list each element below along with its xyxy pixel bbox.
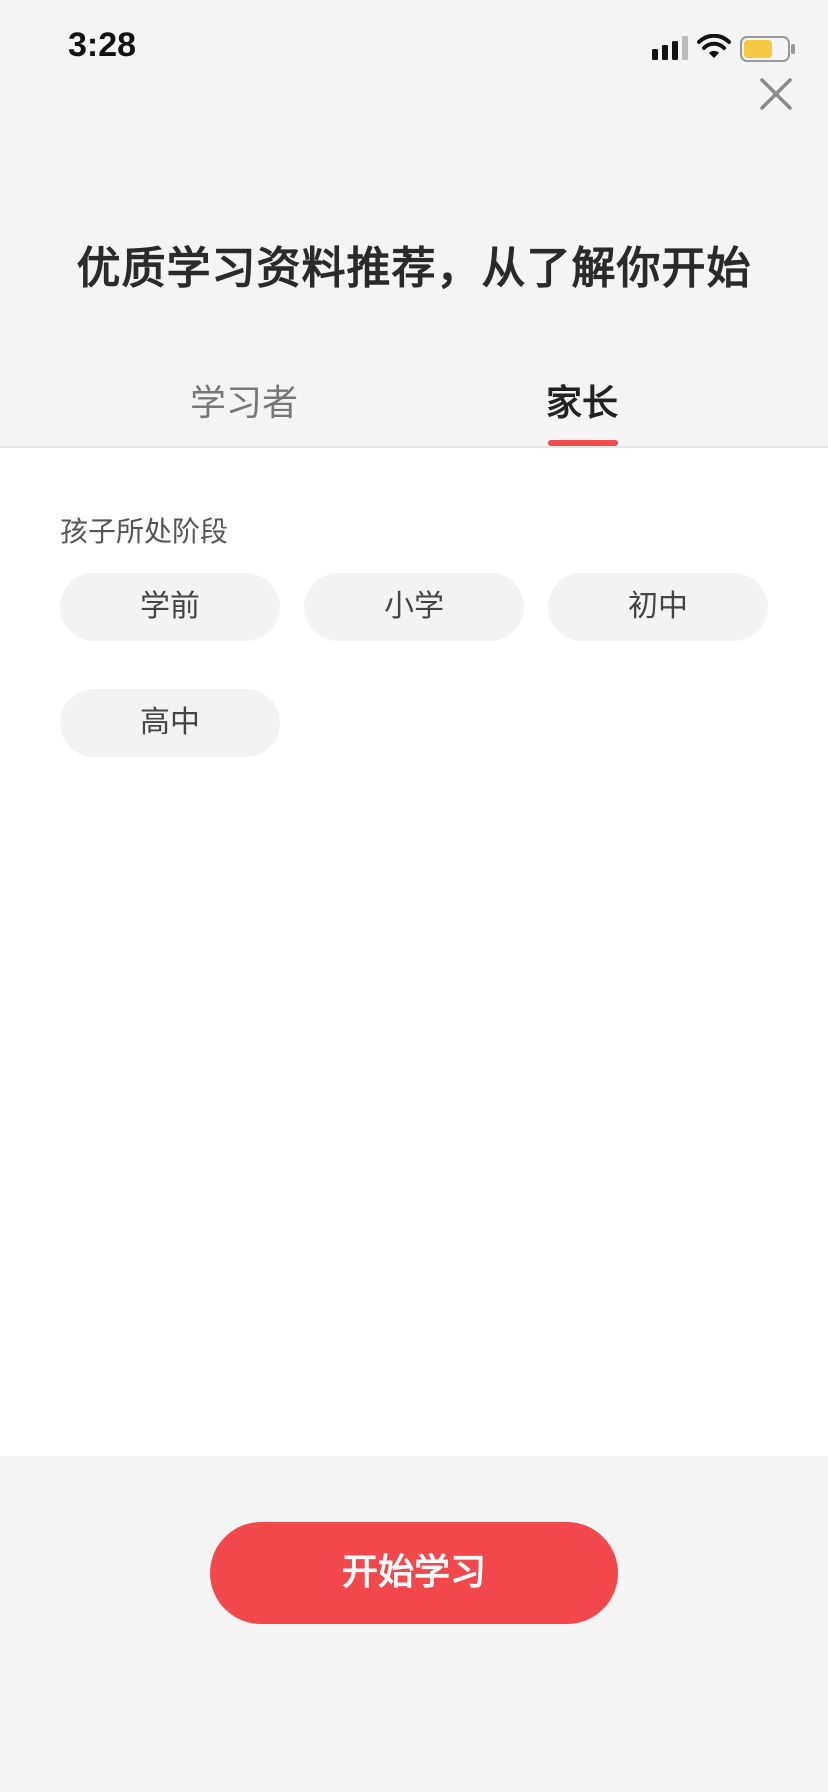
stage-option-junior-high[interactable]: 初中: [548, 573, 768, 641]
battery-icon: [740, 36, 795, 62]
stage-option-senior-high[interactable]: 高中: [60, 689, 280, 757]
wifi-icon: [697, 34, 731, 58]
status-time: 3:28: [68, 26, 137, 64]
stage-option-preschool[interactable]: 学前: [60, 573, 280, 641]
status-bar: 3:28: [0, 0, 828, 100]
start-learning-button[interactable]: 开始学习: [210, 1522, 618, 1624]
signal-icon: [652, 36, 688, 60]
tab-learner[interactable]: 学习者: [190, 374, 298, 426]
tab-parent[interactable]: 家长: [546, 374, 618, 426]
content-panel: 孩子所处阶段 学前 小学 初中 高中: [0, 448, 828, 1456]
screen: 3:28 优质学习资料推荐，从了解你开始 学习者 家长 孩子所处阶段 学前 小学…: [0, 0, 828, 1792]
close-icon: [760, 78, 792, 110]
section-label: 孩子所处阶段: [60, 515, 229, 548]
close-button[interactable]: [756, 74, 796, 114]
role-tabs: 学习者 家长: [0, 374, 828, 448]
footer: 开始学习: [0, 1456, 828, 1792]
page-title: 优质学习资料推荐，从了解你开始: [76, 243, 752, 294]
stage-option-primary[interactable]: 小学: [304, 573, 524, 641]
